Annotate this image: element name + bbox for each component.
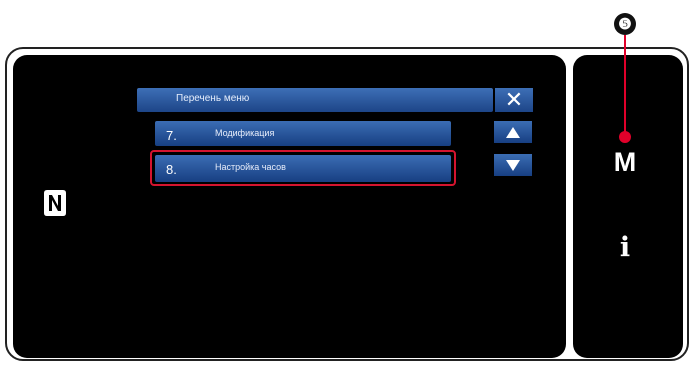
menu-key-button[interactable]: M <box>608 145 642 179</box>
side-panel <box>573 55 683 358</box>
nfc-icon <box>44 190 66 216</box>
callout-line <box>624 35 626 135</box>
scroll-up-button[interactable] <box>494 121 532 143</box>
scroll-down-button[interactable] <box>494 154 532 176</box>
selection-highlight <box>150 150 456 186</box>
menu-item-number: 7. <box>166 128 177 143</box>
close-button[interactable]: ✕ <box>495 88 533 112</box>
arrow-down-icon <box>506 159 520 171</box>
arrow-up-icon <box>506 126 520 138</box>
menu-item-7[interactable]: 7. Модификация <box>155 121 451 146</box>
dialog-title: Перечень меню <box>176 93 250 104</box>
close-icon: ✕ <box>504 87 524 112</box>
menu-item-label: Модификация <box>215 128 275 138</box>
callout-number: ❺ <box>614 13 636 35</box>
callout-dot <box>619 131 631 143</box>
info-key-button[interactable]: i <box>612 230 638 264</box>
